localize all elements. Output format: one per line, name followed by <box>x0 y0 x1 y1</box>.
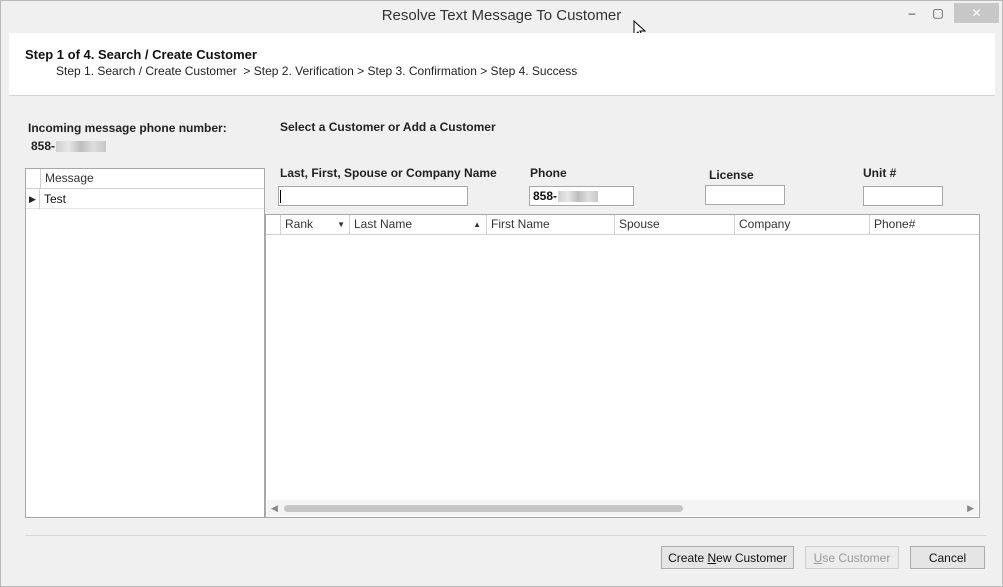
create-label-pre: Create <box>668 550 708 565</box>
column-rank-label: Rank <box>285 217 314 231</box>
results-grid-header: Rank ▼ Last Name ▲ First Name Spouse Com… <box>266 215 979 235</box>
column-first-name[interactable]: First Name <box>487 215 615 235</box>
name-search-input[interactable] <box>278 186 468 206</box>
wizard-header: Step 1 of 4. Search / Create Customer St… <box>9 33 995 96</box>
column-last-name-label: Last Name <box>354 217 413 231</box>
column-company[interactable]: Company <box>735 215 870 235</box>
column-message[interactable]: Message <box>41 169 264 189</box>
incoming-phone-label: Incoming message phone number: <box>28 121 227 135</box>
message-text: Test <box>44 192 67 206</box>
incoming-phone-value: 858- <box>31 139 107 153</box>
scroll-thumb[interactable] <box>284 505 683 512</box>
use-label-post: se Customer <box>822 550 891 565</box>
search-heading: Select a Customer or Add a Customer <box>280 120 496 134</box>
license-input[interactable] <box>705 185 785 205</box>
message-row[interactable]: ▶ Test <box>26 189 264 209</box>
use-customer-button[interactable]: Use Customer <box>805 546 899 569</box>
minimize-button[interactable]: – <box>901 3 923 23</box>
phone-search-input[interactable]: 858- <box>529 186 634 206</box>
footer-divider <box>25 535 987 536</box>
column-last-name[interactable]: Last Name ▲ <box>350 215 487 235</box>
column-rank[interactable]: Rank ▼ <box>281 215 350 235</box>
row-indicator-header <box>266 215 281 235</box>
sort-descending-icon: ▼ <box>337 220 345 229</box>
dialog-window: Resolve Text Message To Customer – ▢ ✕ S… <box>0 0 1003 587</box>
close-button[interactable]: ✕ <box>954 3 999 23</box>
create-new-customer-button[interactable]: Create New Customer <box>661 546 794 569</box>
unit-input[interactable] <box>863 186 943 206</box>
maximize-button[interactable]: ▢ <box>927 3 949 23</box>
scroll-left-icon[interactable]: ◀ <box>271 503 278 514</box>
name-label: Last, First, Spouse or Company Name <box>280 166 497 180</box>
use-label-mnemonic: U <box>813 550 823 565</box>
redacted-phone <box>56 141 107 153</box>
license-label: License <box>709 168 754 182</box>
create-label-post: ew Customer <box>716 550 787 565</box>
scroll-right-icon[interactable]: ▶ <box>967 503 974 514</box>
window-title: Resolve Text Message To Customer <box>381 7 622 24</box>
incoming-phone-prefix: 858- <box>31 139 56 153</box>
unit-label: Unit # <box>863 166 897 180</box>
cancel-button[interactable]: Cancel <box>910 546 985 569</box>
sort-ascending-icon: ▲ <box>473 220 481 229</box>
text-caret <box>280 190 281 203</box>
step-title: Step 1 of 4. Search / Create Customer <box>25 47 257 62</box>
column-phone[interactable]: Phone# <box>870 215 979 235</box>
step-breadcrumb: Step 1. Search / Create Customer > Step … <box>56 64 578 78</box>
row-pointer-icon: ▶ <box>26 189 40 209</box>
phone-input-prefix: 858- <box>533 189 558 203</box>
phone-label: Phone <box>530 166 567 180</box>
message-grid[interactable]: Message ▶ Test <box>25 168 265 518</box>
row-indicator-header <box>26 169 41 189</box>
column-spouse[interactable]: Spouse <box>615 215 735 235</box>
title-bar: Resolve Text Message To Customer – ▢ ✕ <box>1 1 1002 40</box>
create-label-mnemonic: N <box>707 550 717 565</box>
horizontal-scrollbar[interactable]: ◀ ▶ <box>267 500 978 516</box>
customer-results-grid[interactable]: Rank ▼ Last Name ▲ First Name Spouse Com… <box>265 214 980 518</box>
message-grid-header: Message <box>26 169 264 189</box>
redacted-phone-input <box>558 191 599 203</box>
